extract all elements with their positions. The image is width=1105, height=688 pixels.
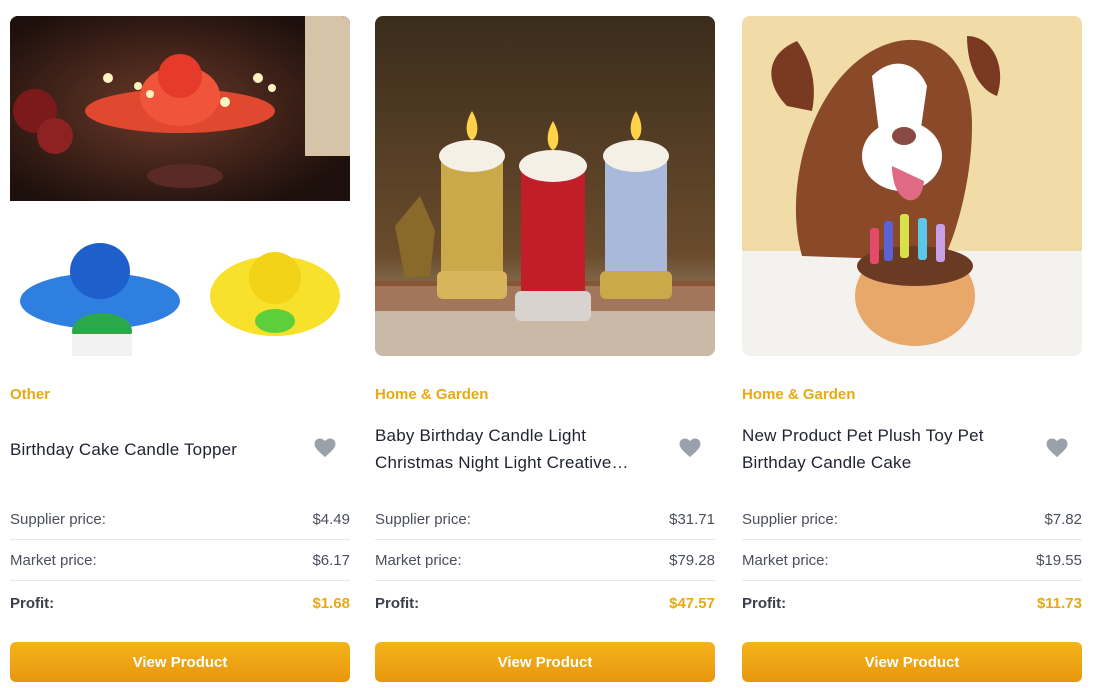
heart-icon[interactable]: [1046, 438, 1068, 458]
market-price-row: Market price: $6.17: [10, 541, 350, 581]
supplier-price-value: $31.71: [669, 511, 715, 528]
product-image[interactable]: [375, 16, 715, 356]
heart-icon[interactable]: [679, 438, 701, 458]
product-category: Home & Garden: [375, 386, 489, 403]
supplier-price-value: $4.49: [312, 511, 350, 528]
supplier-price-row: Supplier price: $31.71: [375, 500, 715, 540]
profit-label: Profit:: [375, 594, 420, 612]
market-price-value: $19.55: [1036, 552, 1082, 569]
market-price-label: Market price:: [375, 552, 462, 569]
product-card: Home & Garden Baby Birthday Candle Light…: [375, 16, 715, 684]
view-product-button[interactable]: View Product: [742, 642, 1082, 682]
profit-value: $11.73: [1036, 594, 1082, 612]
supplier-price-row: Supplier price: $7.82: [742, 500, 1082, 540]
product-title[interactable]: Birthday Cake Candle Topper: [10, 436, 300, 463]
profit-row: Profit: $1.68: [10, 583, 350, 623]
supplier-price-label: Supplier price:: [10, 511, 106, 528]
supplier-price-label: Supplier price:: [375, 511, 471, 528]
supplier-price-row: Supplier price: $4.49: [10, 500, 350, 540]
glitter-candles-image: [375, 16, 715, 356]
profit-value: $1.68: [312, 594, 350, 612]
profit-value: $47.57: [669, 594, 715, 612]
view-product-button[interactable]: View Product: [10, 642, 350, 682]
market-price-label: Market price:: [10, 552, 97, 569]
market-price-value: $79.28: [669, 552, 715, 569]
product-category: Other: [10, 386, 51, 403]
market-price-row: Market price: $19.55: [742, 541, 1082, 581]
profit-row: Profit: $11.73: [742, 583, 1082, 623]
market-price-row: Market price: $79.28: [375, 541, 715, 581]
view-product-button[interactable]: View Product: [375, 642, 715, 682]
product-image[interactable]: [742, 16, 1082, 356]
heart-icon[interactable]: [314, 438, 336, 458]
supplier-price-value: $7.82: [1044, 511, 1082, 528]
supplier-price-label: Supplier price:: [742, 511, 838, 528]
market-price-value: $6.17: [312, 552, 350, 569]
product-title[interactable]: New Product Pet Plush Toy Pet Birthday C…: [742, 422, 1032, 476]
product-card: Home & Garden New Product Pet Plush Toy …: [742, 16, 1082, 684]
dog-plush-cake-image: [742, 16, 1082, 356]
product-category: Home & Garden: [742, 386, 856, 403]
market-price-label: Market price:: [742, 552, 829, 569]
product-title[interactable]: Baby Birthday Candle Light Christmas Nig…: [375, 422, 665, 476]
product-card: Other Birthday Cake Candle Topper Suppli…: [10, 16, 350, 684]
profit-label: Profit:: [10, 594, 55, 612]
profit-row: Profit: $47.57: [375, 583, 715, 623]
lotus-candle-image: [10, 16, 350, 356]
product-image[interactable]: [10, 16, 350, 356]
profit-label: Profit:: [742, 594, 787, 612]
